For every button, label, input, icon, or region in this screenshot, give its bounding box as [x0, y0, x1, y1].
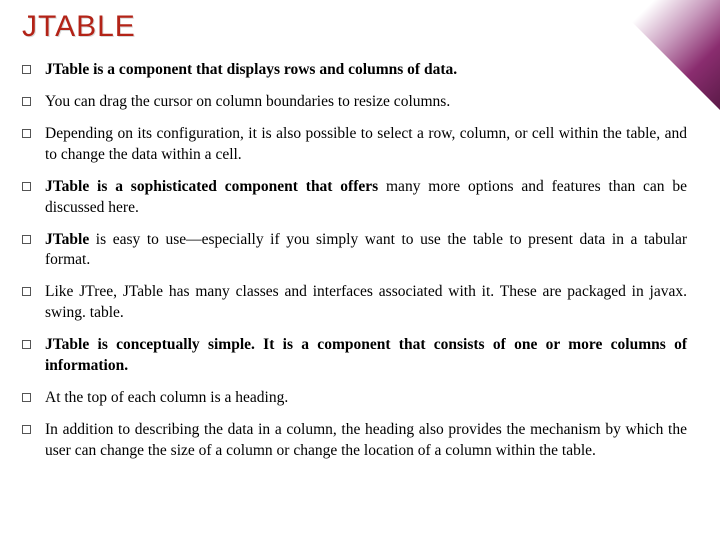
bullet-text: JTable is easy to use—especially if you …: [45, 230, 687, 272]
bullet-text: Like JTree, JTable has many classes and …: [45, 282, 687, 324]
bullet-text: JTable is a component that displays rows…: [45, 60, 687, 81]
slide-content: JTABLE JTable is a component that displa…: [0, 0, 715, 462]
bullet-box-icon: [22, 393, 31, 402]
bullet-box-icon: [22, 65, 31, 74]
bullet-list: JTable is a component that displays rows…: [22, 60, 687, 462]
bullet-item: Depending on its configuration, it is al…: [22, 124, 687, 166]
bullet-box-icon: [22, 235, 31, 244]
bullet-item: In addition to describing the data in a …: [22, 420, 687, 462]
bullet-box-icon: [22, 425, 31, 434]
bullet-item: JTable is a sophisticated component that…: [22, 177, 687, 219]
bullet-box-icon: [22, 97, 31, 106]
slide-title: JTABLE: [22, 10, 687, 44]
bullet-box-icon: [22, 340, 31, 349]
bullet-box-icon: [22, 129, 31, 138]
bullet-text: In addition to describing the data in a …: [45, 420, 687, 462]
bullet-item: You can drag the cursor on column bounda…: [22, 92, 687, 113]
bullet-item: JTable is conceptually simple. It is a c…: [22, 335, 687, 377]
bullet-text: JTable is a sophisticated component that…: [45, 177, 687, 219]
bullet-box-icon: [22, 182, 31, 191]
bullet-item: At the top of each column is a heading.: [22, 388, 687, 409]
bullet-item: JTable is easy to use—especially if you …: [22, 230, 687, 272]
bullet-text: JTable is conceptually simple. It is a c…: [45, 335, 687, 377]
bullet-text: At the top of each column is a heading.: [45, 388, 687, 409]
bullet-item: Like JTree, JTable has many classes and …: [22, 282, 687, 324]
bullet-item: JTable is a component that displays rows…: [22, 60, 687, 81]
bullet-text: You can drag the cursor on column bounda…: [45, 92, 687, 113]
bullet-text: Depending on its configuration, it is al…: [45, 124, 687, 166]
bullet-box-icon: [22, 287, 31, 296]
